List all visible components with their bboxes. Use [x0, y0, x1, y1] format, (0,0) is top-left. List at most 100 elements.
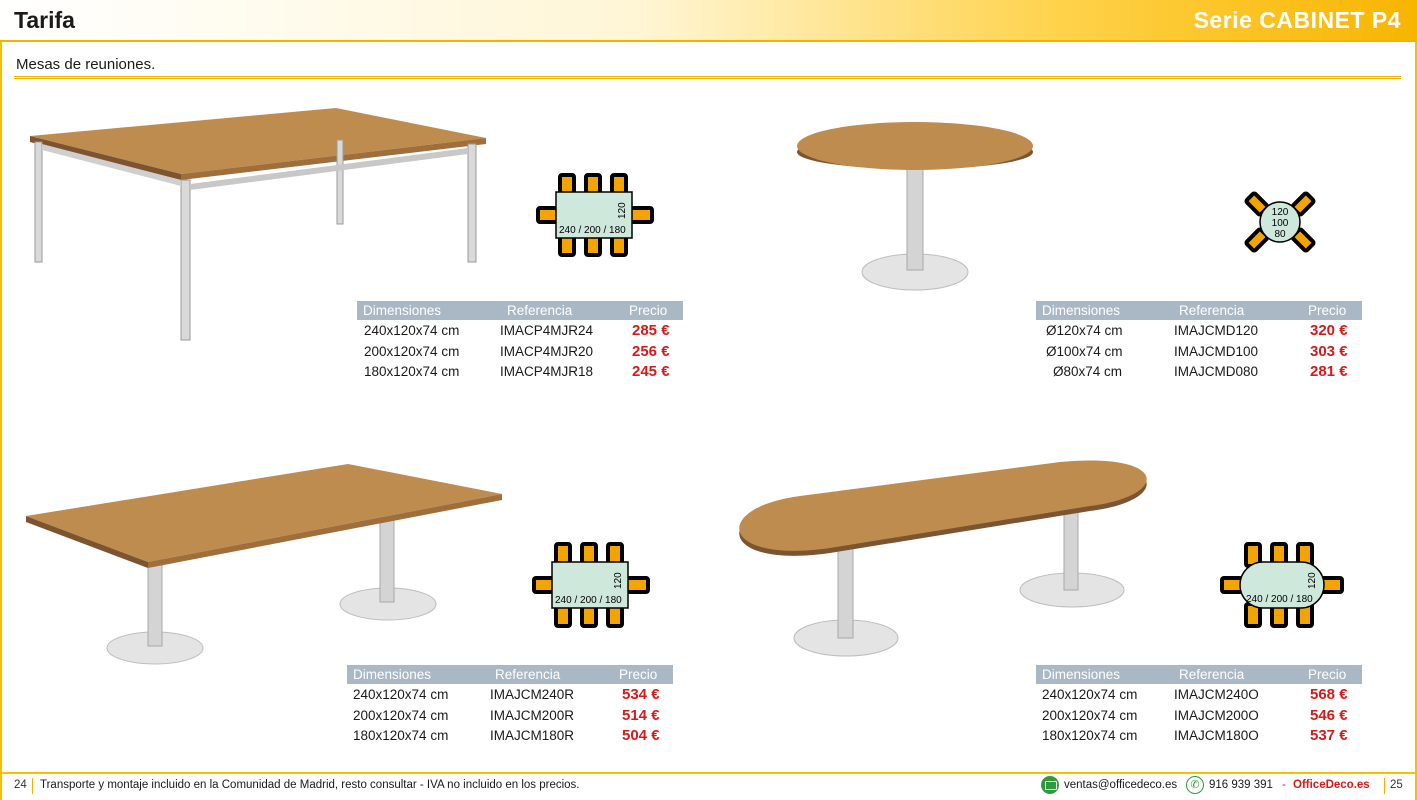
reference: IMACP4MJR18 [500, 364, 594, 379]
reference: IMAJCMD120 [1174, 323, 1259, 338]
col-price: Precio [1308, 667, 1347, 682]
table-photo-oval [739, 460, 1147, 657]
floor-plan-round: 120 100 80 [1244, 191, 1316, 253]
price: 285 € [632, 322, 670, 339]
price: 245 € [632, 363, 670, 380]
email-link[interactable]: ventas@officedeco.es [1064, 779, 1177, 791]
frame-left [0, 42, 2, 800]
table-row: 240x120x74 cm IMACP4MJR24 285 € [357, 320, 683, 341]
dimension: 240x120x74 cm [364, 323, 460, 338]
price-table: Dimensiones Referencia Precio 240x120x74… [357, 301, 683, 382]
plan-diam-80: 80 [1274, 229, 1286, 240]
dimension: 200x120x74 cm [364, 343, 460, 359]
price: 256 € [632, 342, 670, 360]
col-price: Precio [1308, 303, 1347, 318]
col-dimensions: Dimensiones [1042, 667, 1121, 682]
col-price: Precio [629, 303, 668, 318]
dimension: Ø80x74 cm [1053, 364, 1123, 379]
table-row: 200x120x74 cm IMAJCM200O 546 € [1036, 705, 1362, 726]
table-header: Dimensiones Referencia Precio [357, 301, 683, 320]
plan-length-label: 240 / 200 / 180 [1246, 594, 1313, 605]
floor-plan-rect: 240 / 200 / 180 120 [536, 173, 654, 257]
dimension: 200x120x74 cm [1042, 707, 1138, 723]
dimension: 240x120x74 cm [353, 687, 449, 702]
floor-plan-rect: 240 / 200 / 180 120 [532, 542, 650, 628]
footer-separator [32, 778, 33, 794]
reference: IMAJCM200R [490, 707, 575, 723]
page-title: Tarifa [14, 7, 75, 33]
header-bar: Tarifa Serie CABINET P4 [0, 0, 1417, 42]
table-row: 200x120x74 cm IMAJCM200R 514 € [347, 705, 673, 726]
dimension: 200x120x74 cm [353, 707, 449, 723]
table-row: Ø80x74 cm IMAJCMD080 281 € [1036, 361, 1362, 382]
reference: IMACP4MJR24 [500, 323, 594, 338]
reference: IMAJCM240O [1174, 687, 1259, 702]
phone-number[interactable]: 916 939 391 [1209, 779, 1273, 791]
col-dimensions: Dimensiones [1042, 303, 1121, 318]
price: 568 € [1310, 686, 1348, 703]
table-row: 180x120x74 cm IMAJCM180O 537 € [1036, 725, 1362, 746]
dimension: 180x120x74 cm [353, 728, 449, 743]
table-row: 240x120x74 cm IMAJCM240O 568 € [1036, 684, 1362, 705]
series-title: Serie CABINET P4 [1193, 7, 1401, 33]
price: 281 € [1310, 363, 1348, 380]
price: 546 € [1310, 706, 1348, 724]
reference: IMAJCM180O [1174, 728, 1259, 743]
table-header: Dimensiones Referencia Precio [1036, 301, 1362, 320]
footer-dash: - [1282, 779, 1286, 791]
col-reference: Referencia [495, 667, 561, 682]
col-reference: Referencia [1179, 667, 1245, 682]
plan-length-label: 240 / 200 / 180 [559, 225, 626, 236]
dimension: Ø120x74 cm [1046, 323, 1123, 338]
footer-note: Transporte y montaje incluido en la Comu… [40, 779, 580, 791]
envelope-icon [1041, 776, 1059, 794]
table-header: Dimensiones Referencia Precio [1036, 665, 1362, 684]
reference: IMAJCM180R [490, 728, 575, 743]
footer: 24 Transporte y montaje incluido en la C… [0, 776, 1417, 798]
plan-width-label: 120 [617, 202, 628, 219]
price-table: Dimensiones Referencia Precio 240x120x74… [347, 665, 673, 746]
footer-divider [0, 772, 1417, 774]
reference: IMAJCMD100 [1174, 343, 1259, 359]
divider [14, 76, 1401, 79]
reference: IMAJCM240R [490, 687, 575, 702]
phone-icon: ✆ [1186, 776, 1204, 794]
col-dimensions: Dimensiones [363, 303, 442, 318]
footer-separator [1384, 778, 1385, 794]
brand-link[interactable]: OfficeDeco.es [1293, 779, 1370, 791]
page-number-right: 25 [1390, 779, 1403, 791]
table-row: 180x120x74 cm IMAJCM180R 504 € [347, 725, 673, 746]
table-row: Ø100x74 cm IMAJCMD100 303 € [1036, 341, 1362, 362]
reference: IMAJCM200O [1174, 707, 1259, 723]
plan-diam-100: 100 [1272, 218, 1289, 229]
table-row: Ø120x74 cm IMAJCMD120 320 € [1036, 320, 1362, 341]
plan-width-label: 120 [1307, 572, 1318, 589]
table-photo-rect-pedestal [26, 464, 502, 665]
dimension: 240x120x74 cm [1042, 687, 1138, 702]
table-photo-round [797, 122, 1033, 291]
price: 514 € [622, 706, 660, 724]
price-table: Dimensiones Referencia Precio 240x120x74… [1036, 665, 1362, 746]
dimension: 180x120x74 cm [364, 364, 460, 379]
price: 504 € [622, 727, 660, 744]
reference: IMACP4MJR20 [500, 343, 594, 359]
price: 320 € [1310, 322, 1348, 339]
table-row: 180x120x74 cm IMACP4MJR18 245 € [357, 361, 683, 382]
table-row: 200x120x74 cm IMACP4MJR20 256 € [357, 341, 683, 362]
page-number-left: 24 [14, 779, 27, 791]
table-header: Dimensiones Referencia Precio [347, 665, 673, 684]
dimension: 180x120x74 cm [1042, 728, 1138, 743]
plan-width-label: 120 [613, 572, 624, 589]
plan-diam-120: 120 [1272, 207, 1289, 218]
col-reference: Referencia [1179, 303, 1245, 318]
col-reference: Referencia [507, 303, 573, 318]
plan-length-label: 240 / 200 / 180 [555, 595, 622, 606]
price: 303 € [1310, 342, 1348, 360]
price-table: Dimensiones Referencia Precio Ø120x74 cm… [1036, 301, 1362, 382]
col-price: Precio [619, 667, 658, 682]
price: 534 € [622, 686, 660, 703]
price: 537 € [1310, 727, 1348, 744]
floor-plan-oval: 240 / 200 / 180 120 [1220, 542, 1344, 628]
section-subtitle: Mesas de reuniones. [16, 56, 156, 73]
col-dimensions: Dimensiones [353, 667, 432, 682]
